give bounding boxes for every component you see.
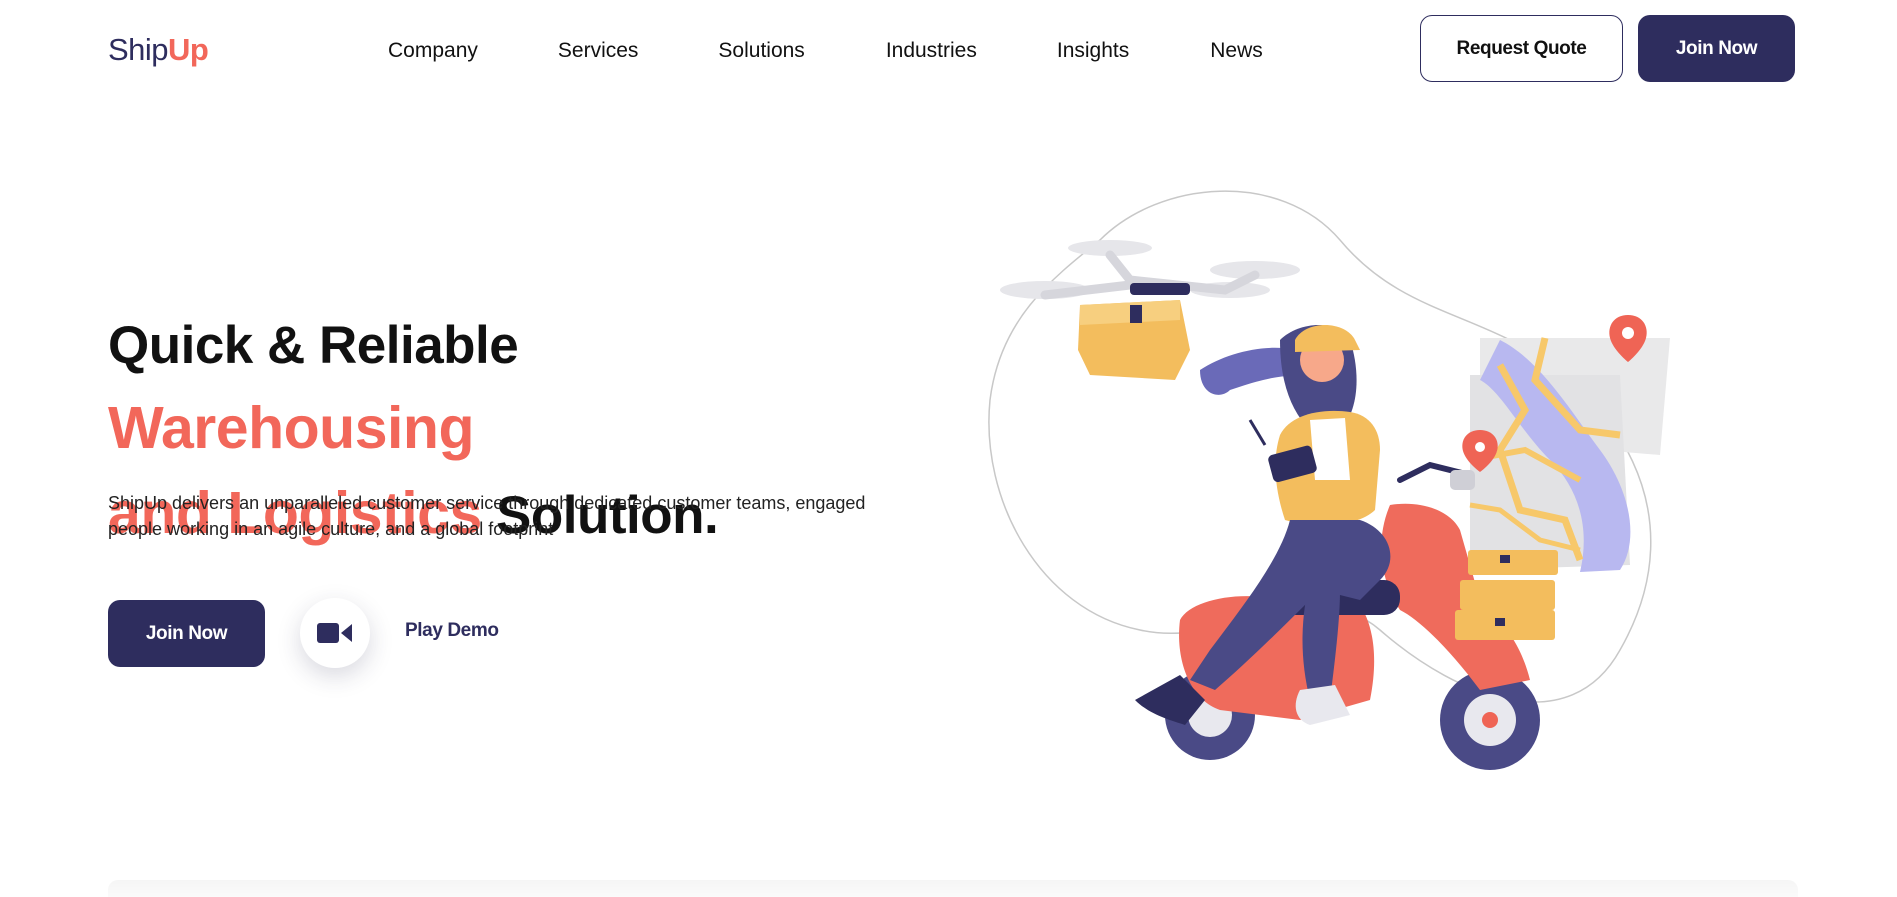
delivery-illustration — [988, 190, 1670, 770]
logo-part-up: Up — [168, 32, 209, 67]
logo-part-ship: Ship — [108, 32, 169, 67]
request-quote-button[interactable]: Request Quote — [1420, 15, 1623, 82]
play-demo-link[interactable]: Play Demo — [405, 620, 499, 642]
join-now-header-button[interactable]: Join Now — [1638, 15, 1795, 82]
video-camera-icon — [317, 623, 352, 643]
nav-item-company[interactable]: Company — [388, 36, 478, 66]
join-now-hero-button[interactable]: Join Now — [108, 600, 265, 667]
page: ShipUp Company Services Solutions Indust… — [0, 0, 1897, 897]
site-header: ShipUp Company Services Solutions Indust… — [0, 0, 1897, 100]
main-nav: Company Services Solutions Industries In… — [388, 36, 1263, 66]
nav-item-solutions[interactable]: Solutions — [718, 36, 804, 66]
nav-item-news[interactable]: News — [1210, 36, 1263, 66]
hero-title-accent-warehousing: Warehousing — [108, 395, 475, 461]
nav-item-insights[interactable]: Insights — [1057, 36, 1129, 66]
hero-description: ShipUp delivers an unparalleled customer… — [108, 493, 866, 539]
next-section-edge — [108, 880, 1798, 897]
logo[interactable]: ShipUp — [108, 30, 209, 70]
hero-title-part1: Quick & Reliable — [108, 316, 519, 375]
nav-item-services[interactable]: Services — [558, 36, 639, 66]
play-demo-circle-button[interactable] — [300, 598, 370, 668]
nav-item-industries[interactable]: Industries — [886, 36, 977, 66]
map-graphic — [1469, 337, 1670, 572]
